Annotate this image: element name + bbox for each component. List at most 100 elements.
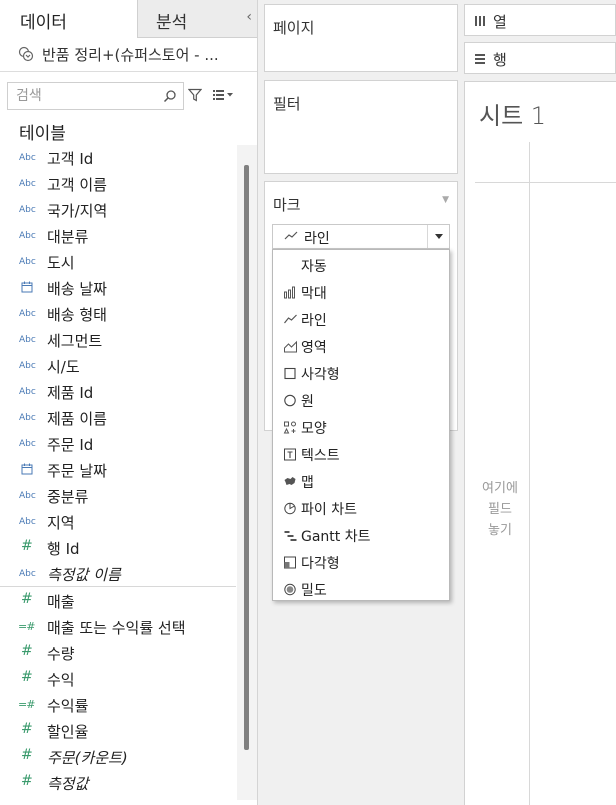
columns-label: 열 bbox=[493, 13, 507, 31]
datasource-item[interactable]: 반품 정리+(슈퍼스토어 - ... bbox=[0, 38, 257, 72]
mark-type-option[interactable]: 사각형 bbox=[273, 360, 449, 387]
field-label: 국가/지역 bbox=[47, 202, 108, 220]
field-item[interactable]: 주문 날짜 bbox=[0, 457, 240, 483]
date-type-icon bbox=[21, 463, 33, 475]
mark-type-option[interactable]: 라인 bbox=[273, 306, 449, 333]
field-label: 중분류 bbox=[47, 488, 89, 506]
mark-type-option[interactable]: 모양 bbox=[273, 414, 449, 441]
field-item[interactable]: # 매출 bbox=[0, 588, 240, 614]
field-item[interactable]: =# 매출 또는 수익률 선택 bbox=[0, 614, 240, 640]
field-item[interactable]: # 수익 bbox=[0, 666, 240, 692]
rows-shelf[interactable]: 행 bbox=[464, 42, 616, 74]
string-type-icon: Abc bbox=[19, 413, 36, 423]
worksheet-canvas[interactable]: 시트 1 여기에 필드 놓기 bbox=[464, 81, 616, 805]
field-item[interactable]: Abc 측정값 이름 bbox=[0, 561, 240, 587]
field-list-scrollbar[interactable] bbox=[244, 165, 249, 750]
field-item[interactable]: Abc 세그먼트 bbox=[0, 327, 240, 353]
field-item[interactable]: # 주문(카운트) bbox=[0, 744, 240, 770]
field-item[interactable]: Abc 대분류 bbox=[0, 223, 240, 249]
pages-title: 페이지 bbox=[273, 19, 315, 37]
field-item[interactable]: Abc 도시 bbox=[0, 249, 240, 275]
mark-type-select[interactable]: 라인 bbox=[272, 224, 450, 249]
mark-type-label: 다각형 bbox=[301, 556, 340, 572]
mark-type-option[interactable]: 텍스트 bbox=[273, 441, 449, 468]
search-icon[interactable] bbox=[163, 89, 177, 103]
sheet-title[interactable]: 시트 1 bbox=[479, 96, 546, 131]
field-label: 고객 이름 bbox=[47, 176, 107, 194]
pie-icon bbox=[284, 502, 296, 515]
tables-heading: 테이블 bbox=[19, 124, 66, 144]
field-label: 주문(카운트) bbox=[47, 749, 128, 767]
mark-type-option[interactable]: 파이 차트 bbox=[273, 495, 449, 522]
field-label: 수익률 bbox=[47, 697, 89, 715]
mark-type-option[interactable]: 자동 bbox=[273, 252, 449, 279]
field-item[interactable]: 배송 날짜 bbox=[0, 275, 240, 301]
field-item[interactable]: # 행 Id bbox=[0, 535, 240, 561]
calculated-number-icon: =# bbox=[18, 698, 35, 711]
field-item[interactable]: # 수량 bbox=[0, 640, 240, 666]
field-item[interactable]: Abc 고객 이름 bbox=[0, 171, 240, 197]
field-label: 주문 Id bbox=[47, 436, 94, 454]
field-item[interactable]: Abc 주문 Id bbox=[0, 431, 240, 457]
chevron-down-icon[interactable] bbox=[427, 225, 449, 248]
field-item[interactable]: =# 수익률 bbox=[0, 692, 240, 718]
number-type-icon: # bbox=[21, 721, 33, 737]
tab-analysis[interactable]: 분석 ‹ bbox=[137, 0, 257, 38]
mark-type-label: Gantt 차트 bbox=[301, 529, 371, 545]
mark-type-option[interactable]: 막대 bbox=[273, 279, 449, 306]
number-type-icon: # bbox=[21, 773, 33, 789]
mark-type-label: 밀도 bbox=[301, 583, 327, 599]
calculated-number-icon: =# bbox=[18, 620, 35, 633]
pane-tabs: 데이터 분석 ‹ bbox=[0, 0, 257, 38]
mark-type-option[interactable]: 원 bbox=[273, 387, 449, 414]
field-label: 지역 bbox=[47, 514, 75, 532]
field-label: 제품 이름 bbox=[47, 410, 107, 428]
marks-title: 마크 bbox=[273, 196, 301, 214]
search-input[interactable] bbox=[8, 83, 158, 109]
number-type-icon: # bbox=[21, 747, 33, 763]
field-label: 행 Id bbox=[47, 540, 80, 558]
field-label: 수량 bbox=[47, 645, 75, 663]
mark-type-option[interactable]: 맵 bbox=[273, 468, 449, 495]
filter-icon[interactable] bbox=[188, 88, 202, 102]
mark-type-option[interactable]: Gantt 차트 bbox=[273, 522, 449, 549]
field-item[interactable]: Abc 지역 bbox=[0, 509, 240, 535]
field-item[interactable]: Abc 고객 Id bbox=[0, 145, 240, 171]
map-icon bbox=[284, 477, 296, 485]
circle-icon bbox=[284, 394, 296, 407]
filters-card[interactable]: 필터 bbox=[264, 80, 458, 174]
field-item[interactable]: Abc 제품 Id bbox=[0, 379, 240, 405]
drop-hint-line-3: 놓기 bbox=[488, 523, 512, 538]
string-type-icon: Abc bbox=[19, 231, 36, 241]
field-item[interactable]: Abc 제품 이름 bbox=[0, 405, 240, 431]
string-type-icon: Abc bbox=[19, 153, 36, 163]
tab-data[interactable]: 데이터 bbox=[0, 0, 137, 38]
mark-type-label: 사각형 bbox=[301, 367, 340, 383]
field-item[interactable]: Abc 국가/지역 bbox=[0, 197, 240, 223]
search-box bbox=[7, 82, 184, 110]
canvas-gridline-h bbox=[475, 182, 616, 183]
density-icon bbox=[284, 583, 296, 596]
drop-field-hint[interactable]: 여기에 필드 놓기 bbox=[473, 478, 527, 541]
columns-shelf[interactable]: 열 bbox=[464, 4, 616, 36]
field-item[interactable]: # 할인율 bbox=[0, 718, 240, 744]
dimensions-measures-divider bbox=[0, 586, 236, 587]
field-item[interactable]: Abc 배송 형태 bbox=[0, 301, 240, 327]
canvas-gridline-v bbox=[529, 142, 530, 805]
mark-type-label: 텍스트 bbox=[301, 448, 340, 464]
string-type-icon: Abc bbox=[19, 205, 36, 215]
mark-type-option[interactable]: 다각형 bbox=[273, 549, 449, 576]
pages-card[interactable]: 페이지 bbox=[264, 4, 458, 72]
string-type-icon: Abc bbox=[19, 517, 36, 527]
field-item[interactable]: # 측정값 bbox=[0, 770, 240, 796]
mark-type-option[interactable]: 영역 bbox=[273, 333, 449, 360]
marks-menu-icon[interactable]: ▼ bbox=[442, 195, 449, 205]
mark-type-option[interactable]: 밀도 bbox=[273, 576, 449, 603]
drop-hint-line-2: 필드 bbox=[488, 502, 512, 517]
gantt-icon bbox=[284, 531, 297, 541]
collapse-pane-icon[interactable]: ‹ bbox=[246, 9, 252, 25]
view-options-icon[interactable] bbox=[213, 89, 233, 101]
field-item[interactable]: Abc 시/도 bbox=[0, 353, 240, 379]
field-item[interactable]: Abc 중분류 bbox=[0, 483, 240, 509]
field-label: 세그먼트 bbox=[47, 332, 103, 350]
